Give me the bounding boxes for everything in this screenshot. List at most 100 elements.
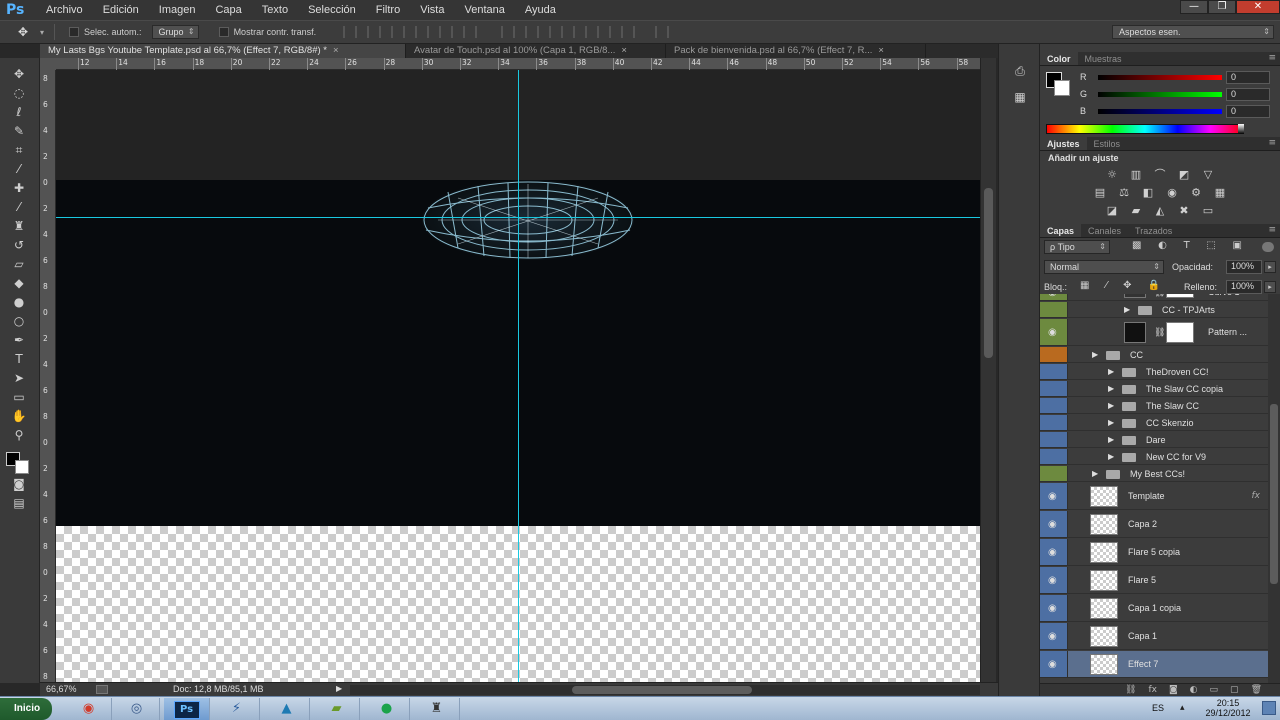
align-hcenter-icon[interactable] xyxy=(439,26,454,38)
tab-muestras[interactable]: Muestras xyxy=(1078,52,1129,65)
close-tab-icon[interactable]: × xyxy=(621,45,627,56)
layer-visibility-toggle[interactable] xyxy=(1040,302,1068,317)
lock-transparent-icon[interactable]: ▦ xyxy=(1080,280,1089,291)
background-color-swatch[interactable] xyxy=(15,460,29,474)
layer-thumbnail[interactable] xyxy=(1090,542,1118,563)
layer-visibility-toggle[interactable]: ◉ xyxy=(1040,623,1068,649)
status-menu-arrow-icon[interactable]: ▶ xyxy=(336,684,342,693)
color-balance-icon[interactable]: ⚖ xyxy=(1115,186,1133,200)
mask-link-icon[interactable]: ⛓ xyxy=(1154,327,1165,338)
layer-visibility-toggle[interactable] xyxy=(1040,364,1068,379)
restore-button[interactable]: ❐ xyxy=(1208,0,1236,14)
canvas-horizontal-scrollbar[interactable] xyxy=(350,685,980,695)
distribute-top-icon[interactable] xyxy=(501,26,516,38)
properties-panel-icon[interactable]: ▦ xyxy=(1011,90,1029,106)
audio-app-taskbar-icon[interactable]: ◎ xyxy=(114,698,160,720)
transform-controls-checkbox[interactable] xyxy=(218,27,229,37)
menu-filtro[interactable]: Filtro xyxy=(366,0,410,20)
layer-visibility-toggle[interactable]: ◉ xyxy=(1040,294,1068,300)
blue-value-input[interactable]: 0 xyxy=(1226,105,1270,118)
horizontal-ruler[interactable]: 12 14 16 18 20 22 24 26 28 30 32 34 36 38 40 42 44 46 48 50… xyxy=(56,58,980,70)
layer-row[interactable]: ◉ Capa 2 xyxy=(1040,511,1268,538)
pen-tool-icon[interactable]: ✒ xyxy=(9,332,29,348)
add-mask-icon[interactable]: ◙ xyxy=(1169,684,1178,696)
opacity-slider-toggle[interactable]: ▸ xyxy=(1264,261,1276,273)
eyedropper-tool-icon[interactable]: ⁄ xyxy=(9,161,29,177)
exposure-icon[interactable]: ◩ xyxy=(1175,168,1193,182)
photoshop-taskbar-icon[interactable]: Ps xyxy=(164,698,210,720)
layer-visibility-toggle[interactable]: ◉ xyxy=(1040,319,1068,345)
menu-imagen[interactable]: Imagen xyxy=(149,0,206,20)
doc-tab-pack[interactable]: Pack de bienvenida.psd al 66,7% (Effect … xyxy=(666,44,926,58)
ruler-origin[interactable] xyxy=(40,58,56,70)
layer-row[interactable]: ◉ ⛓ Curve 1 xyxy=(1040,294,1268,301)
tab-estilos[interactable]: Estilos xyxy=(1087,137,1128,150)
brightness-icon[interactable]: ☼ xyxy=(1103,168,1121,182)
layer-row[interactable]: ▶ TheDroven CC! xyxy=(1040,364,1268,380)
expand-group-icon[interactable]: ▶ xyxy=(1124,305,1130,314)
lock-all-icon[interactable]: 🔒 xyxy=(1148,280,1160,291)
expand-group-icon[interactable]: ▶ xyxy=(1108,435,1114,444)
layer-visibility-toggle[interactable] xyxy=(1040,398,1068,413)
tool-preset-chevron-icon[interactable]: ▾ xyxy=(40,28,44,37)
quick-select-tool-icon[interactable]: ✎ xyxy=(9,123,29,139)
black-white-icon[interactable]: ◧ xyxy=(1139,186,1157,200)
layer-thumbnail[interactable] xyxy=(1090,514,1118,535)
layer-thumbnail[interactable] xyxy=(1124,294,1146,298)
vertical-ruler[interactable]: 8 6 4 2 0 2 4 6 8 0 2 4 6 8 0 2 4 6 8 0 2 4 6 8 xyxy=(40,70,56,682)
auto-select-checkbox[interactable] xyxy=(69,27,80,37)
opacity-input[interactable]: 100% xyxy=(1226,260,1262,274)
menu-ayuda[interactable]: Ayuda xyxy=(515,0,566,20)
tab-canales[interactable]: Canales xyxy=(1081,224,1128,237)
delete-layer-icon[interactable]: 🗑 xyxy=(1251,684,1262,696)
layer-mask-thumbnail[interactable] xyxy=(1166,294,1194,298)
layer-row[interactable]: ◉ ⛓ Pattern ... xyxy=(1040,319,1268,346)
distribute-hcenter-icon[interactable] xyxy=(597,26,612,38)
lock-paint-icon[interactable]: ⁄ xyxy=(1105,280,1107,291)
channel-mixer-icon[interactable]: ⚙ xyxy=(1187,186,1205,200)
red-value-input[interactable]: 0 xyxy=(1226,71,1270,84)
notes-taskbar-icon[interactable]: ▰ xyxy=(314,698,360,720)
close-button[interactable]: ✕ xyxy=(1236,0,1280,14)
move-tool-icon[interactable]: ✥ xyxy=(9,66,29,82)
healing-brush-tool-icon[interactable]: ✚ xyxy=(9,180,29,196)
brush-tool-icon[interactable]: ⁄ xyxy=(9,199,29,215)
layer-row[interactable]: ▶ New CC for V9 xyxy=(1040,449,1268,465)
close-tab-icon[interactable]: × xyxy=(878,45,884,56)
layer-row[interactable]: ◉ Capa 1 copia xyxy=(1040,595,1268,622)
filter-toggle-switch[interactable] xyxy=(1262,242,1274,252)
panel-menu-icon[interactable]: ≡ xyxy=(1268,53,1276,63)
layer-row[interactable]: ◉ Capa 1 xyxy=(1040,623,1268,650)
layer-filter-dropdown[interactable]: ρ Tipo xyxy=(1044,240,1110,254)
hand-tool-icon[interactable]: ✋ xyxy=(9,408,29,424)
distribute-bottom-icon[interactable] xyxy=(549,26,564,38)
scroll-thumb[interactable] xyxy=(572,686,752,694)
color-lookup-icon[interactable]: ▦ xyxy=(1211,186,1229,200)
panel-menu-icon[interactable]: ≡ xyxy=(1268,225,1276,235)
layer-thumbnail[interactable] xyxy=(1090,654,1118,675)
selective-color-icon[interactable]: ✖ xyxy=(1175,204,1193,218)
horizontal-guide[interactable] xyxy=(56,217,980,218)
layer-row[interactable]: ▶ CC Skenzio xyxy=(1040,415,1268,431)
red-slider[interactable] xyxy=(1098,75,1222,80)
shape-tool-icon[interactable]: ▭ xyxy=(9,389,29,405)
new-adjustment-icon[interactable]: ◐ xyxy=(1190,684,1198,696)
link-layers-icon[interactable]: ⛓ xyxy=(1125,684,1136,696)
layer-thumbnail[interactable] xyxy=(1090,598,1118,619)
auto-align-icon[interactable] xyxy=(655,26,670,38)
filter-type-icon[interactable]: T xyxy=(1184,240,1190,251)
invert-icon[interactable]: ◪ xyxy=(1103,204,1121,218)
layer-style-icon[interactable]: fx xyxy=(1148,684,1157,696)
expand-group-icon[interactable]: ▶ xyxy=(1108,367,1114,376)
new-layer-icon[interactable]: ▢ xyxy=(1230,684,1239,696)
document-canvas[interactable] xyxy=(56,70,980,682)
path-select-tool-icon[interactable]: ➤ xyxy=(9,370,29,386)
curves-icon[interactable]: ⌒ xyxy=(1151,168,1169,182)
vertical-guide[interactable] xyxy=(518,70,519,682)
tab-capas[interactable]: Capas xyxy=(1040,224,1082,237)
levels-icon[interactable]: ▥ xyxy=(1127,168,1145,182)
layer-row[interactable]: ▶ CC xyxy=(1040,347,1268,363)
blend-mode-dropdown[interactable]: Normal xyxy=(1044,260,1164,274)
paint-bucket-tool-icon[interactable]: ◆ xyxy=(9,275,29,291)
history-brush-tool-icon[interactable]: ↺ xyxy=(9,237,29,253)
